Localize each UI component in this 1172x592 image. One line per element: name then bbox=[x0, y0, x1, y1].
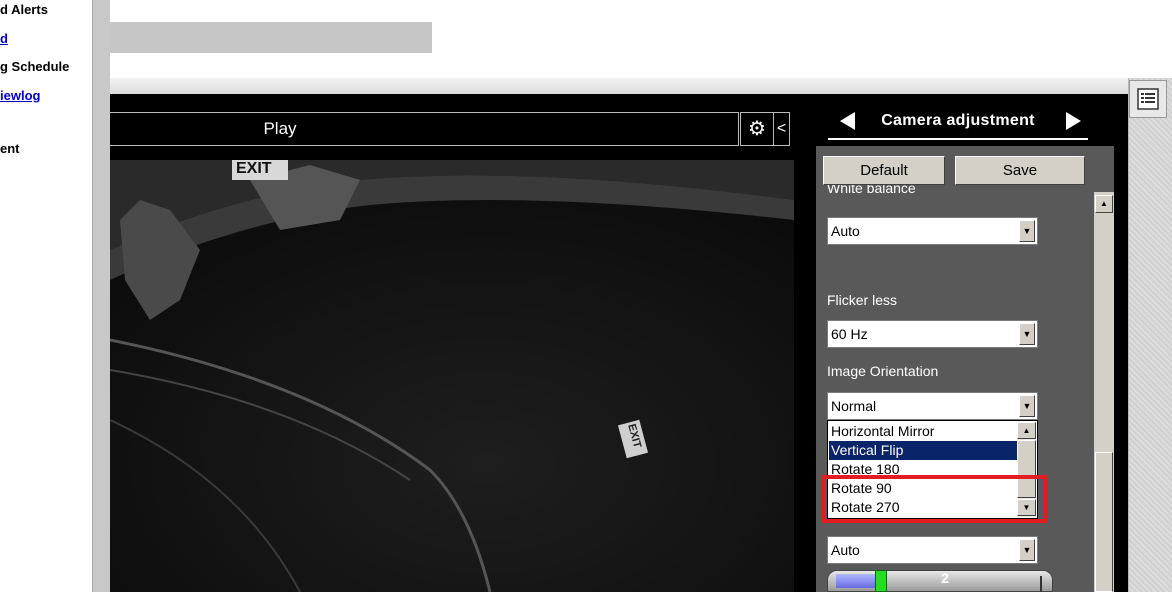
slider-end-mark bbox=[1040, 576, 1042, 592]
chevron-down-icon[interactable]: ▼ bbox=[1019, 539, 1035, 561]
white-balance-select[interactable]: Auto ▼ bbox=[827, 217, 1038, 245]
white-balance-label: White balance bbox=[827, 184, 916, 196]
chevron-down-icon[interactable]: ▼ bbox=[1019, 395, 1035, 417]
default-button[interactable]: Default bbox=[823, 156, 945, 185]
collapse-panel-button[interactable]: < bbox=[774, 112, 790, 146]
flicker-select[interactable]: 60 Hz ▼ bbox=[827, 320, 1038, 348]
exit-sign: EXIT bbox=[236, 160, 272, 177]
left-nav: d Alerts d g Schedule iewlog ent bbox=[0, 0, 92, 592]
camera-panel-title: Camera adjustment bbox=[881, 112, 1035, 129]
list-icon[interactable] bbox=[1129, 80, 1167, 118]
annotation-highlight-box bbox=[821, 475, 1048, 523]
slider-fill bbox=[836, 574, 878, 588]
frame-divider[interactable] bbox=[92, 0, 111, 592]
auto-select[interactable]: Auto ▼ bbox=[827, 536, 1038, 564]
orientation-label: Image Orientation bbox=[827, 363, 939, 379]
nav-link-d[interactable]: d bbox=[0, 31, 8, 46]
save-button[interactable]: Save bbox=[955, 156, 1085, 185]
top-grey-bar bbox=[110, 22, 432, 53]
play-label[interactable]: Play bbox=[110, 112, 450, 146]
chevron-down-icon[interactable]: ▼ bbox=[1019, 220, 1035, 242]
flicker-label: Flicker less bbox=[827, 292, 898, 308]
slider-value: 2 bbox=[941, 570, 949, 586]
slider-handle[interactable] bbox=[875, 570, 887, 592]
page-scrollbar[interactable] bbox=[1128, 78, 1172, 592]
top-gradient-strip bbox=[110, 78, 1172, 94]
camera-video-feed: EXIT EXIT bbox=[110, 160, 794, 592]
scroll-up-icon[interactable]: ▲ bbox=[1017, 422, 1036, 439]
nav-link-viewlog[interactable]: iewlog bbox=[0, 88, 40, 103]
gear-icon[interactable]: ⚙ bbox=[740, 112, 774, 146]
orientation-option-selected[interactable]: Vertical Flip bbox=[829, 441, 1019, 460]
prev-arrow-icon[interactable] bbox=[840, 112, 855, 130]
orientation-option[interactable]: Horizontal Mirror bbox=[829, 422, 1019, 441]
title-underline bbox=[828, 138, 1088, 140]
nav-item-alerts[interactable]: d Alerts bbox=[0, 2, 48, 17]
nav-item-schedule[interactable]: g Schedule bbox=[0, 59, 69, 74]
scroll-up-icon[interactable]: ▲ bbox=[1095, 195, 1113, 213]
chevron-down-icon[interactable]: ▼ bbox=[1019, 323, 1035, 345]
nav-item-ent[interactable]: ent bbox=[0, 141, 20, 156]
panel-scroll-thumb[interactable] bbox=[1095, 452, 1113, 592]
orientation-select[interactable]: Normal ▼ bbox=[827, 392, 1038, 420]
next-arrow-icon[interactable] bbox=[1066, 112, 1081, 130]
